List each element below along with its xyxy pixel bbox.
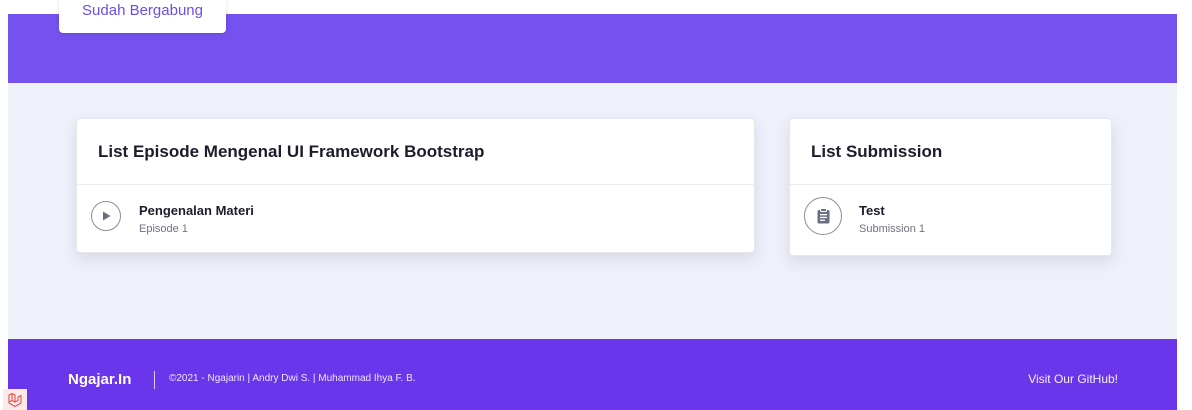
submission-list-header: List Submission <box>790 119 1111 185</box>
episode-list-card: List Episode Mengenal UI Framework Boots… <box>76 118 755 253</box>
joined-button[interactable]: Sudah Bergabung <box>59 0 226 33</box>
submission-list-title: List Submission <box>811 141 943 161</box>
submission-number: Submission 1 <box>859 223 926 235</box>
footer-divider <box>154 371 155 389</box>
episode-item[interactable]: Pengenalan Materi Episode 1 <box>77 185 754 251</box>
play-icon[interactable] <box>91 201 121 231</box>
submission-item[interactable]: Test Submission 1 <box>790 185 1111 251</box>
episode-title[interactable]: Pengenalan Materi <box>139 203 254 218</box>
footer-copyright: ©2021 - Ngajarin | Andry Dwi S. | Muhamm… <box>169 373 416 384</box>
joined-button-label: Sudah Bergabung <box>82 2 203 19</box>
footer: Ngajar.In ©2021 - Ngajarin | Andry Dwi S… <box>8 339 1177 410</box>
github-link[interactable]: Visit Our GitHub! <box>1028 372 1118 386</box>
footer-brand[interactable]: Ngajar.In <box>68 371 131 388</box>
clipboard-icon[interactable] <box>804 197 842 235</box>
episode-list-header: List Episode Mengenal UI Framework Boots… <box>77 119 754 185</box>
submission-list-card: List Submission Test Submission 1 <box>789 118 1112 256</box>
episode-number: Episode 1 <box>139 223 188 235</box>
laravel-icon[interactable] <box>3 389 27 410</box>
submission-title[interactable]: Test <box>859 203 925 218</box>
episode-list-title: List Episode Mengenal UI Framework Boots… <box>98 141 485 161</box>
